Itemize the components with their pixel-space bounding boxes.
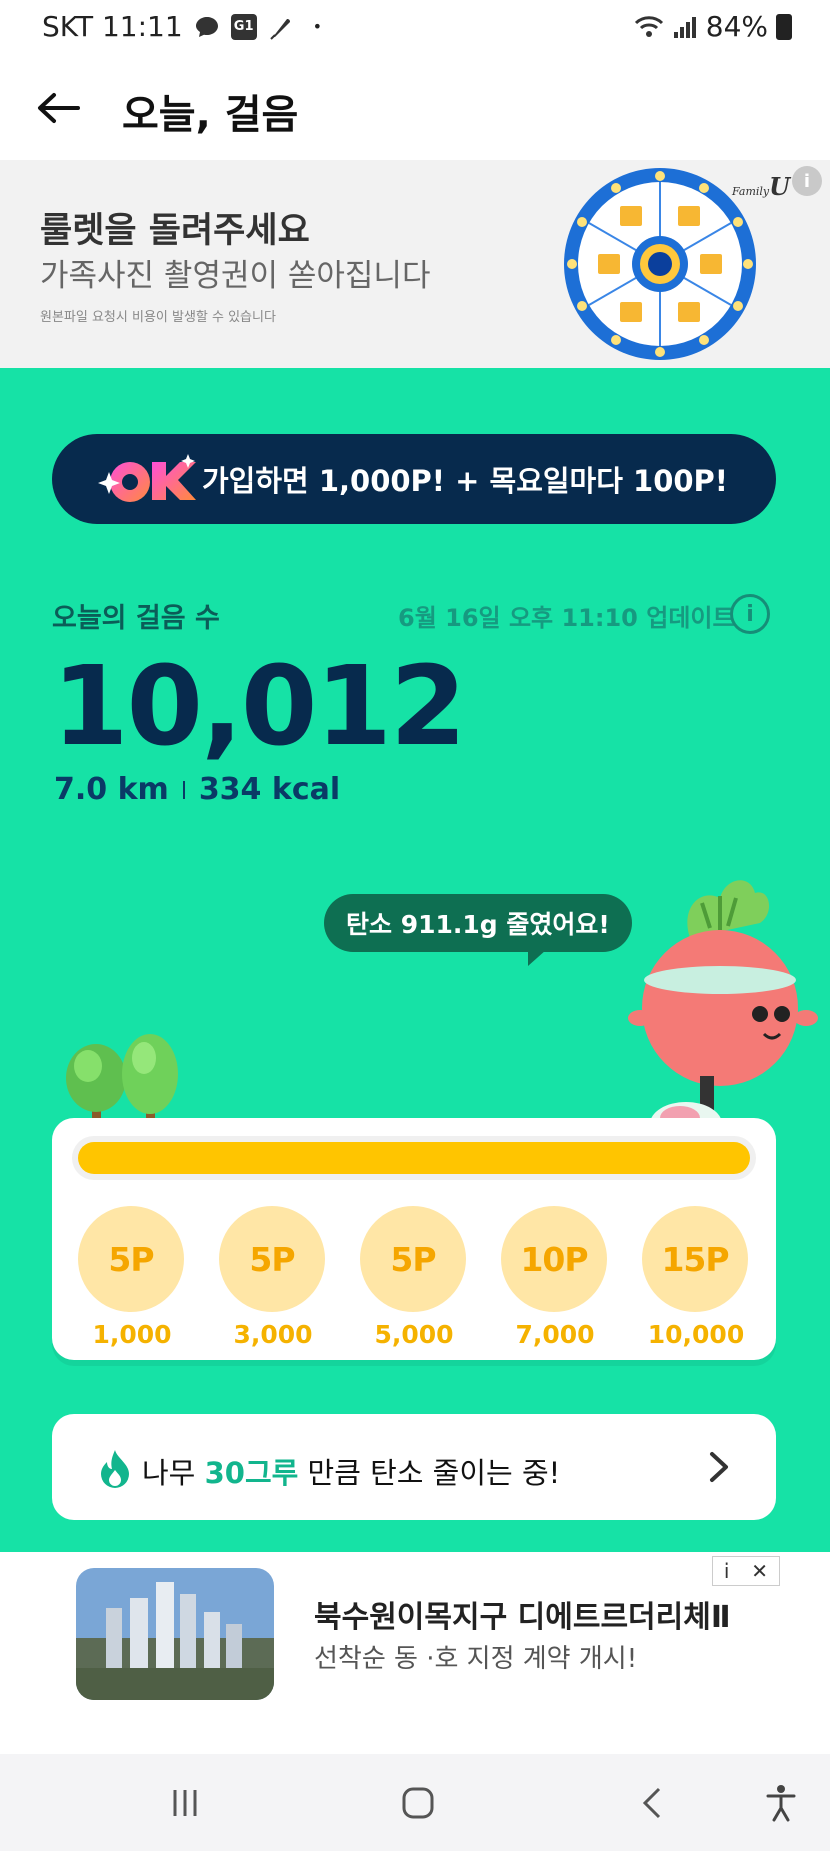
milestone-3[interactable]: 5P 5,000 (360, 1206, 468, 1349)
step-stats: 7.0 km 334 kcal (54, 772, 340, 807)
tree-carbon-card[interactable]: 나무 30그루 만큼 탄소 줄이는 중! (52, 1414, 776, 1520)
ok-cashbag-banner[interactable]: 가입하면 1,000P! + 목요일마다 100P! (52, 434, 776, 524)
back-button[interactable] (30, 80, 86, 136)
step-progress-card: 5P 1,000 5P 3,000 5P 5,000 10P 7,000 15P… (52, 1118, 776, 1360)
distance-value: 7.0 km (54, 772, 169, 807)
milestone-points: 5P (78, 1206, 184, 1312)
update-timestamp: 6월 16일 오후 11:10 업데이트 (398, 604, 735, 632)
tree-count-highlight: 30그루 (204, 1456, 299, 1490)
family-brand-logo: FamilyU (732, 172, 791, 201)
milestone-steps: 7,000 (515, 1320, 595, 1349)
promo-note: 원본파일 요청시 비용이 발생할 수 있습니다 (40, 310, 276, 325)
apartment-ad-image (76, 1568, 274, 1700)
ad-subtitle: 선착순 동 ·호 지정 계약 개시! (314, 1644, 638, 1674)
milestone-1[interactable]: 5P 1,000 (78, 1206, 186, 1349)
recent-apps-button[interactable] (162, 1780, 208, 1826)
progress-fill (78, 1142, 750, 1174)
accessibility-icon (766, 1785, 796, 1822)
system-nav-bar (0, 1754, 830, 1851)
app-header: 오늘, 걸음 (0, 56, 830, 160)
back-arrow-icon (38, 93, 80, 123)
status-right: 84% (634, 10, 792, 43)
ad-info-icon[interactable]: i (724, 1559, 730, 1583)
milestone-steps: 5,000 (374, 1320, 454, 1349)
battery-icon (776, 13, 792, 40)
status-left: SKT 11:11 G1 • (42, 10, 322, 43)
milestone-steps: 3,000 (233, 1320, 313, 1349)
ok-banner-text: 가입하면 1,000P! + 목요일마다 100P! (202, 464, 729, 498)
milestone-2[interactable]: 5P 3,000 (219, 1206, 327, 1349)
promo-info-icon[interactable]: i (792, 166, 822, 196)
back-nav-button[interactable] (628, 1780, 674, 1826)
carbon-speech-bubble: 탄소 911.1g 줄였어요! (324, 894, 632, 966)
page-title: 오늘, 걸음 (122, 92, 299, 138)
milestone-points: 15P (642, 1206, 748, 1312)
chevron-right-icon (710, 1452, 728, 1482)
home-button[interactable] (395, 1780, 441, 1826)
ad-banner[interactable]: 북수원이목지구 디에트르더리체Ⅱ 선착순 동 ·호 지정 계약 개시! i ✕ (0, 1552, 830, 1754)
ad-controls: i ✕ (712, 1556, 780, 1586)
promo-subtitle: 가족사진 촬영권이 쏟아집니다 (40, 258, 431, 294)
milestone-steps: 1,000 (92, 1320, 172, 1349)
milestone-steps: 10,000 (647, 1320, 745, 1349)
home-icon (402, 1787, 434, 1819)
ad-title: 북수원이목지구 디에트르더리체Ⅱ (314, 1600, 731, 1635)
tree-carbon-text: 나무 30그루 만큼 탄소 줄이는 중! (142, 1456, 561, 1490)
milestone-points: 10P (501, 1206, 607, 1312)
signal-icon (673, 16, 696, 38)
back-chevron-icon (642, 1787, 661, 1819)
battery-percent: 84% (705, 10, 768, 43)
wifi-icon (634, 15, 663, 37)
milestone-points: 5P (360, 1206, 466, 1312)
recent-apps-icon (173, 1790, 197, 1816)
step-count: 10,012 (52, 642, 466, 770)
milestone-4[interactable]: 10P 7,000 (501, 1206, 609, 1349)
ok-logo-icon (98, 454, 196, 502)
calories-value: 334 kcal (198, 772, 341, 807)
milestone-points: 5P (219, 1206, 325, 1312)
roulette-wheel-icon (564, 168, 756, 360)
update-info-icon[interactable]: i (730, 594, 770, 634)
step-main-area: 가입하면 1,000P! + 목요일마다 100P! 오늘의 걸음 수 6월 1… (0, 368, 830, 1552)
status-dot: • (312, 17, 323, 36)
milestone-5[interactable]: 15P 10,000 (642, 1206, 750, 1349)
status-bar: SKT 11:11 G1 • 84% (0, 0, 830, 56)
roulette-promo-banner[interactable]: 룰렛을 돌려주세요 가족사진 촬영권이 쏟아집니다 원본파일 요청시 비용이 발… (0, 160, 830, 368)
progress-track (72, 1136, 756, 1180)
promo-title: 룰렛을 돌려주세요 (40, 211, 310, 251)
ad-close-icon[interactable]: ✕ (751, 1559, 768, 1583)
accessibility-button[interactable] (758, 1780, 804, 1826)
stats-divider (182, 780, 185, 799)
flame-icon (101, 1450, 129, 1488)
chat-bubble-icon (195, 16, 218, 37)
feather-icon (269, 18, 290, 40)
notification-badge-icon: G1 (230, 13, 257, 40)
steps-label: 오늘의 걸음 수 (52, 603, 220, 634)
carrier-time: SKT 11:11 (42, 10, 183, 43)
